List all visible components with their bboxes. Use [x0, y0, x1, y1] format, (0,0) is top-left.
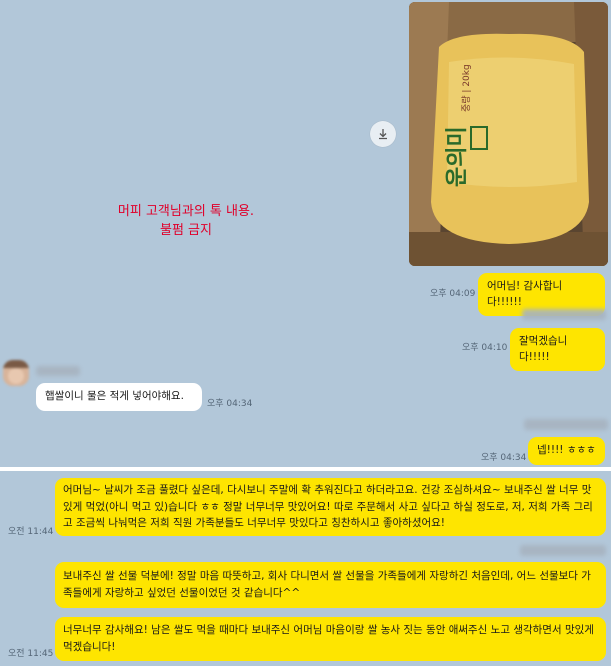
message-bubble-mine[interactable]: 넵!!!! ㅎㅎㅎ [528, 437, 605, 465]
message-bubble-mine[interactable]: 어머님~ 날씨가 조금 풀렸다 싶은데, 다시보니 주말에 확 추워진다고 하더… [55, 478, 606, 536]
profile-avatar[interactable] [3, 360, 29, 386]
message-time: 오후 04:10 [462, 343, 508, 353]
download-button[interactable] [370, 121, 396, 147]
message-bubble-other[interactable]: 햅쌀이니 물은 적게 넣어야해요. [36, 383, 202, 411]
screenshot-divider [0, 467, 611, 471]
redacted-text [524, 419, 608, 430]
rice-bag-photo[interactable]: 중량 | 20kg 운의미 [409, 2, 608, 266]
rice-bag-image: 중량 | 20kg 운의미 [409, 2, 608, 266]
message-bubble-mine[interactable]: 너무너무 감사해요! 남은 쌀도 먹을 때마다 보내주신 어머님 마음이랑 쌀 … [55, 617, 606, 661]
message-time: 오후 04:09 [430, 289, 476, 299]
message-time: 오후 04:34 [481, 453, 527, 463]
message-time: 오전 11:44 [8, 527, 54, 537]
redacted-text [522, 309, 606, 320]
watermark: 머피 고객님과의 톡 내용. 불펌 금지 [86, 202, 286, 240]
download-icon [379, 129, 387, 140]
watermark-line2: 불펌 금지 [160, 223, 212, 238]
redacted-text [520, 545, 606, 556]
watermark-line1: 머피 고객님과의 톡 내용. [117, 204, 255, 219]
message-time: 오후 04:34 [207, 399, 253, 409]
message-bubble-mine[interactable]: 보내주신 쌀 선물 덕분에! 정말 마음 따뜻하고, 회사 다니면서 쌀 선물을… [55, 562, 606, 608]
avatar-image [3, 360, 29, 386]
message-time: 오전 11:45 [8, 649, 54, 659]
sender-name-redacted [36, 366, 80, 376]
message-bubble-mine[interactable]: 잘먹겠습니다!!!!! [510, 328, 605, 371]
bag-weight-label: 중량 | 20kg [460, 64, 472, 112]
bag-brand-label: 운의미 [445, 126, 470, 187]
